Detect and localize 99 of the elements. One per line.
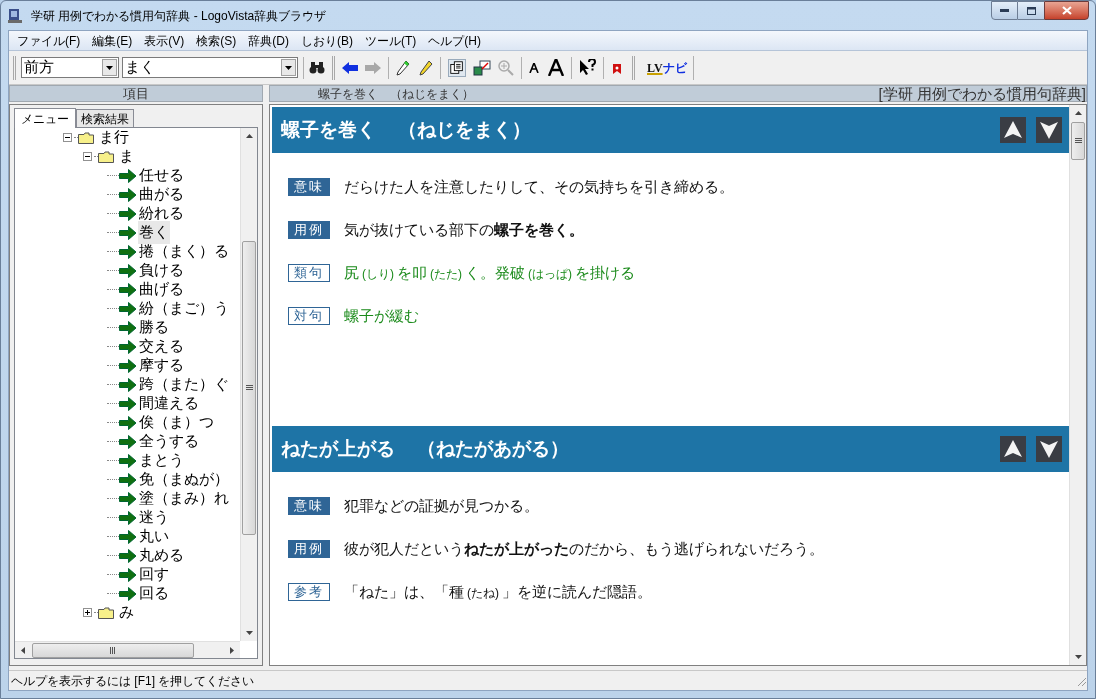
- arrow-icon: [119, 377, 137, 392]
- highlighter-icon[interactable]: [396, 59, 410, 76]
- section-text: 気が抜けている部下の螺子を巻く。: [344, 219, 584, 240]
- section-text: 犯罪などの証拠が見つかる。: [344, 495, 539, 516]
- menu-item[interactable]: 辞典(D): [242, 31, 295, 51]
- horizontal-scrollbar[interactable]: [15, 641, 240, 658]
- maximize-icon: [1026, 6, 1036, 15]
- tab[interactable]: メニュー: [14, 108, 76, 128]
- arrow-icon: [119, 358, 137, 373]
- menu-item[interactable]: しおり(B): [295, 31, 359, 51]
- tree-item[interactable]: 巻く: [138, 221, 170, 244]
- section-label: 意味: [288, 178, 330, 196]
- binoculars-icon[interactable]: [309, 61, 325, 74]
- menu-item[interactable]: 検索(S): [190, 31, 243, 51]
- arrow-icon: [119, 187, 137, 202]
- close-icon: [1061, 6, 1072, 15]
- dropdown-arrow-icon: [106, 65, 113, 70]
- dictionary-name: [学研 用例でわかる慣用句辞典]: [878, 86, 1086, 101]
- folder-icon: [98, 150, 114, 163]
- dropdown-arrow-icon: [285, 65, 292, 70]
- pencil-icon[interactable]: [419, 59, 433, 76]
- tree-item[interactable]: み: [118, 601, 135, 624]
- menu-item[interactable]: 表示(V): [138, 31, 191, 51]
- arrow-icon: [119, 244, 137, 259]
- menu-item[interactable]: 編集(E): [86, 31, 139, 51]
- grip-icon: [110, 646, 116, 654]
- window-title: 学研 用例でわかる慣用句辞典 - LogoVista辞典ブラウザ: [31, 7, 327, 25]
- pane-header: 項目: [9, 85, 263, 102]
- section-text: 彼が犯人だというねたが上がったのだから、もう逃げられないだろう。: [344, 538, 824, 559]
- section-text: 螺子が緩む: [344, 305, 419, 326]
- arrow-icon: [119, 434, 137, 449]
- section-label: 対句: [288, 307, 330, 325]
- status-text: ヘルプを表示するには [F1] を押してください: [10, 672, 255, 690]
- section-text: 尻 (しり) を叩 (たた) く。発破 (はっぱ) を掛ける: [344, 262, 635, 283]
- tab[interactable]: 検索結果: [76, 109, 134, 127]
- section-label: 参考: [288, 583, 330, 601]
- search-input[interactable]: まく: [122, 57, 298, 78]
- folder-icon: [98, 606, 114, 619]
- arrow-icon: [119, 548, 137, 563]
- arrow-icon: [119, 510, 137, 525]
- vertical-scrollbar[interactable]: [1069, 105, 1086, 665]
- arrow-icon: [119, 320, 137, 335]
- arrow-icon: [119, 225, 137, 240]
- arrow-icon: [119, 567, 137, 582]
- section-label: 意味: [288, 497, 330, 515]
- large-font-icon[interactable]: [548, 59, 564, 76]
- arrow-icon: [119, 529, 137, 544]
- entry-reading: （ねじをまく）: [398, 117, 531, 142]
- expand-toggle-icon[interactable]: [83, 608, 92, 617]
- small-font-icon[interactable]: [529, 62, 539, 73]
- arrow-icon: [119, 415, 137, 430]
- arrow-icon: [119, 472, 137, 487]
- window-swap-icon[interactable]: [473, 59, 491, 76]
- copy-pages-icon[interactable]: [448, 58, 466, 77]
- previous-entry-button[interactable]: [1000, 436, 1026, 462]
- maximize-button[interactable]: [1018, 1, 1044, 20]
- arrow-icon: [119, 339, 137, 354]
- entry-title: ねたが上がる: [281, 436, 395, 461]
- help-cursor-icon[interactable]: [579, 59, 596, 76]
- back-arrow-icon[interactable]: [342, 61, 358, 74]
- section-label: 類句: [288, 264, 330, 282]
- search-mode-dropdown[interactable]: 前方: [21, 57, 119, 78]
- next-entry-button[interactable]: [1036, 436, 1062, 462]
- arrow-icon: [119, 206, 137, 221]
- menu-item[interactable]: ヘルプ(H): [422, 31, 487, 51]
- collapse-toggle-icon[interactable]: [63, 133, 72, 142]
- scrollbar-thumb[interactable]: [242, 241, 256, 535]
- arrow-icon: [119, 453, 137, 468]
- menu-item[interactable]: ファイル(F): [11, 31, 87, 51]
- arrow-icon: [119, 491, 137, 506]
- next-entry-button[interactable]: [1036, 117, 1062, 143]
- minimize-icon: [1000, 9, 1009, 12]
- vertical-scrollbar[interactable]: [240, 128, 257, 641]
- section-label: 用例: [288, 221, 330, 239]
- app-icon: [7, 7, 23, 24]
- arrow-icon: [119, 168, 137, 183]
- previous-entry-button[interactable]: [1000, 117, 1026, 143]
- arrow-icon: [119, 586, 137, 601]
- grip-icon: [1074, 138, 1082, 144]
- section-text: だらけた人を注意したりして、その気持ちを引き締める。: [344, 176, 734, 197]
- current-entry-label: 螺子を巻く （ねじをまく）: [317, 85, 474, 103]
- navi-button[interactable]: LVナビ: [644, 55, 694, 80]
- collapse-toggle-icon[interactable]: [83, 152, 92, 161]
- arrow-icon: [119, 282, 137, 297]
- arrow-icon: [119, 396, 137, 411]
- entry-reading: （ねたがあがる）: [417, 436, 569, 461]
- scrollbar-thumb[interactable]: [1071, 122, 1085, 160]
- bookmark-icon[interactable]: [611, 61, 623, 74]
- menu-item[interactable]: ツール(T): [359, 31, 423, 51]
- folder-icon: [78, 131, 94, 144]
- close-button[interactable]: [1044, 1, 1089, 20]
- entry-title: 螺子を巻く: [281, 117, 376, 142]
- section-label: 用例: [288, 540, 330, 558]
- section-text: 「ねた」は、「種 (たね) 」を逆に読んだ隠語。: [344, 581, 652, 602]
- arrow-icon: [119, 301, 137, 316]
- scrollbar-thumb[interactable]: [32, 642, 194, 658]
- arrow-icon: [119, 263, 137, 278]
- grip-icon: [245, 385, 253, 391]
- minimize-button[interactable]: [991, 1, 1018, 20]
